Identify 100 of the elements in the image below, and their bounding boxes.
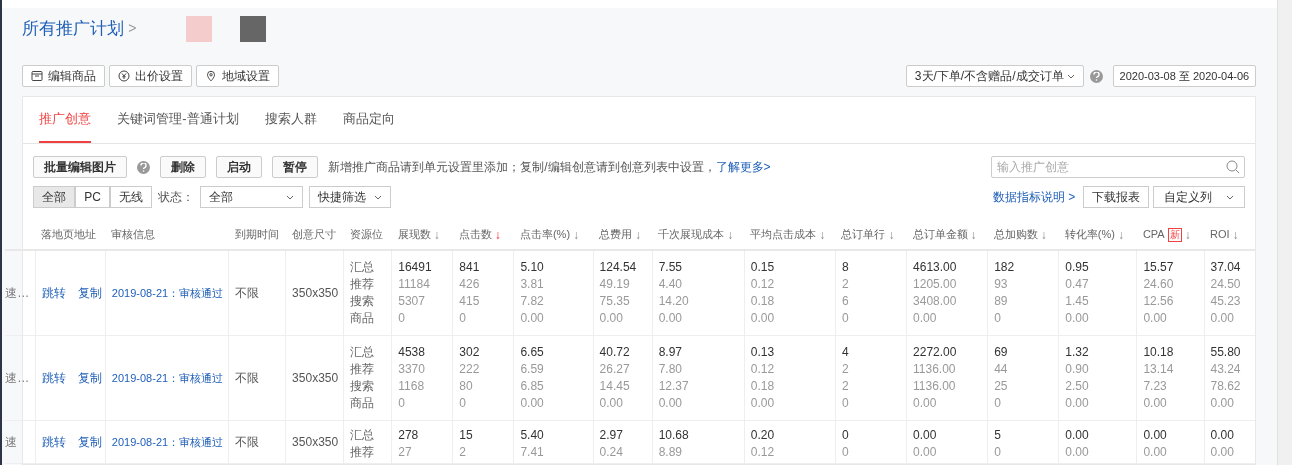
column-header[interactable]: 总加购数 ↓ — [993, 225, 1047, 244]
column-header[interactable]: 点击数 ↓ — [458, 225, 501, 244]
device-filter[interactable]: 全部 — [33, 186, 76, 208]
column-header[interactable]: 平均点击成本 ↓ — [750, 225, 826, 244]
sort-arrow[interactable]: ↓ — [635, 225, 642, 244]
channel-label: 推荐 — [350, 276, 376, 293]
toolbar-button[interactable]: 地域设置 — [196, 65, 280, 87]
status-select[interactable]: 全部 — [199, 186, 303, 208]
metric-value: 3370 — [398, 361, 426, 378]
metric-value: 5307 — [398, 293, 426, 310]
row-link[interactable]: 复制 — [77, 433, 102, 451]
device-filter[interactable]: PC — [75, 186, 110, 208]
row-link[interactable]: 跳转 — [41, 433, 66, 451]
sort-arrow[interactable]: ↓ — [727, 225, 734, 244]
review-status[interactable]: 2019-08-21：审核通过 — [111, 435, 224, 448]
metric-value: 4 — [841, 344, 850, 361]
metric-value: 0.00 — [1065, 310, 1090, 327]
metric-value: 89 — [994, 293, 1009, 310]
learn-more-link[interactable]: 了解更多> — [715, 160, 771, 174]
tab[interactable]: 推广创意 — [39, 108, 92, 143]
metric-value: 0 — [841, 444, 850, 461]
column-header[interactable]: ROI ↓ — [1210, 225, 1239, 244]
tab[interactable]: 商品定向 — [342, 108, 395, 143]
metric-value: 7.55 — [658, 259, 683, 276]
toolbar-button[interactable]: 出价设置 — [109, 65, 193, 87]
sort-arrow[interactable]: ↓ — [573, 225, 580, 244]
tab[interactable]: 搜索人群 — [264, 108, 317, 143]
metric-value: 55.80 — [1210, 344, 1242, 361]
column-header[interactable]: 总订单金额 ↓ — [912, 225, 977, 244]
metric-value: 0.18 — [750, 378, 776, 395]
metric-value: 0.00 — [1143, 395, 1168, 412]
channel-label: 搜索 — [350, 378, 376, 395]
creative-name: 速… — [5, 286, 30, 300]
metric-value: 11184 — [398, 276, 431, 293]
column-header[interactable]: 总费用 ↓ — [599, 225, 642, 244]
metric-value: 2 — [841, 276, 850, 293]
metric-value: 3408.00 — [913, 293, 958, 310]
metric-value: 0 — [994, 444, 1002, 461]
sort-arrow[interactable]: ↓ — [1232, 225, 1239, 244]
row-link[interactable]: 跳转 — [41, 369, 66, 387]
column-header[interactable]: 总订单行 ↓ — [841, 225, 895, 244]
metric-value: 93 — [994, 276, 1009, 293]
download-report-button[interactable]: 下载报表 — [1083, 186, 1150, 208]
sort-arrow[interactable]: ↓ — [494, 225, 501, 244]
channel-label: 搜索 — [350, 293, 376, 310]
tab[interactable]: 关键词管理-普通计划 — [117, 108, 239, 143]
metric-value: 25 — [994, 378, 1009, 395]
sort-arrow[interactable]: ↓ — [1117, 225, 1124, 244]
row-link[interactable]: 复制 — [77, 369, 102, 387]
metric-value: 0.20 — [750, 427, 776, 444]
metric-value: 69 — [994, 344, 1009, 361]
sort-arrow[interactable]: ↓ — [888, 225, 895, 244]
metric-value: 24.50 — [1210, 276, 1242, 293]
column-header[interactable]: 千次展现成本 ↓ — [658, 225, 734, 244]
metrics-help-link[interactable]: 数据指标说明 > — [992, 188, 1076, 206]
column-header[interactable]: CPA 新 ↓ — [1142, 225, 1191, 244]
row-link[interactable]: 复制 — [77, 284, 102, 302]
breadcrumb-link[interactable]: 所有推广计划 — [22, 16, 125, 42]
column-header[interactable]: 展现数 ↓ — [397, 225, 440, 244]
review-status[interactable]: 2019-08-21：审核通过 — [111, 286, 224, 299]
channel-label: 推荐 — [350, 361, 376, 378]
action-button[interactable]: 启动 — [216, 156, 263, 178]
search-field[interactable]: 输入推广创意 — [991, 156, 1246, 178]
metric-value: 27 — [398, 444, 413, 461]
metric-value: 0.18 — [750, 293, 776, 310]
sort-arrow[interactable]: ↓ — [1040, 225, 1047, 244]
toolbar-button[interactable]: 编辑商品 — [22, 65, 106, 87]
row-link[interactable]: 跳转 — [41, 284, 66, 302]
metric-value: 0.00 — [1143, 444, 1168, 461]
metric-value: 0 — [994, 310, 1002, 327]
sort-arrow[interactable]: ↓ — [433, 225, 440, 244]
column-header[interactable]: 点击率(%) ↓ — [519, 225, 580, 244]
action-button[interactable]: 暂停 — [272, 156, 319, 178]
metric-value: 44 — [994, 361, 1009, 378]
custom-columns-dropdown[interactable]: 自定义列 — [1153, 186, 1246, 208]
review-status[interactable]: 2019-08-21：审核通过 — [111, 371, 224, 384]
metric-value: 2 — [459, 444, 468, 461]
channel-label: 推荐 — [350, 444, 376, 461]
column-header[interactable]: 转化率(%) ↓ — [1064, 225, 1124, 244]
metric-value: 7.82 — [520, 293, 545, 310]
action-button[interactable]: 删除 — [160, 156, 207, 178]
channel-label: 汇总 — [350, 427, 376, 444]
sort-arrow[interactable]: ↓ — [1184, 225, 1191, 244]
sort-arrow[interactable]: ↓ — [819, 225, 826, 244]
metric-value: 0.90 — [1065, 361, 1090, 378]
metric-value: 0 — [398, 310, 406, 327]
date-range-picker[interactable]: 2020-03-08 至 2020-04-06 — [1112, 65, 1257, 87]
metric-value: 45.23 — [1210, 293, 1242, 310]
action-button[interactable]: 批量编辑图片 — [33, 156, 128, 178]
metric-value: 37.04 — [1210, 259, 1242, 276]
metric-value: 124.54 — [599, 259, 638, 276]
expiry-text: 不限 — [235, 371, 260, 385]
device-filter[interactable]: 无线 — [109, 186, 152, 208]
metric-value: 0.00 — [913, 427, 938, 444]
quick-filter-dropdown[interactable]: 快捷筛选 — [308, 186, 391, 208]
metric-value: 12.37 — [658, 378, 690, 395]
size-text: 350x350 — [292, 286, 339, 300]
sort-arrow[interactable]: ↓ — [970, 225, 977, 244]
attribution-dropdown[interactable]: 3天/下单/不含赠品/成交订单 — [905, 65, 1084, 87]
metric-value: 26.27 — [599, 361, 631, 378]
